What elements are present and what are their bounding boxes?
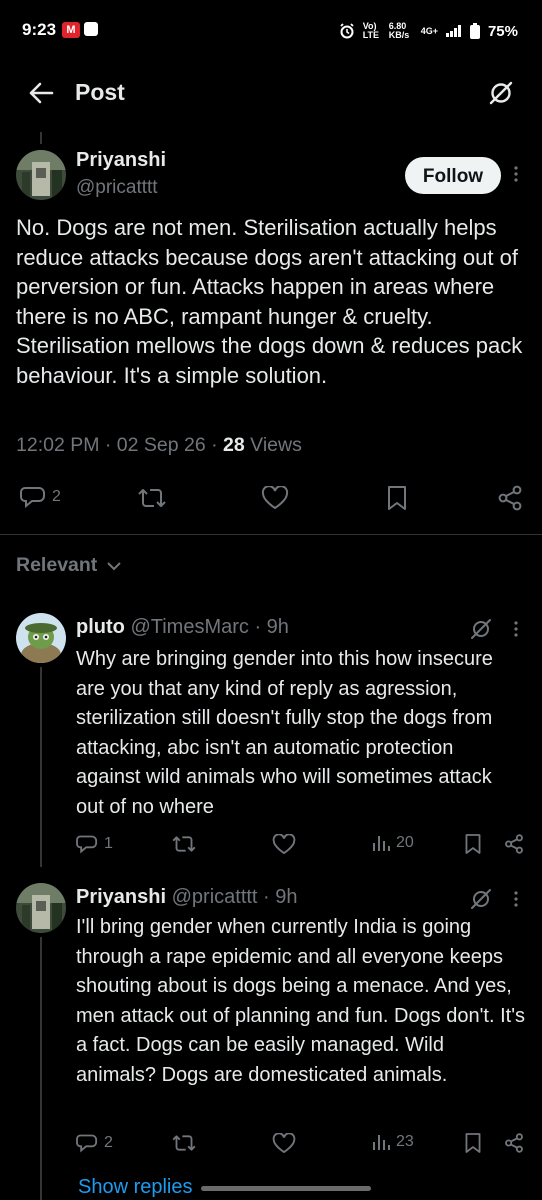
follow-button[interactable]: Follow — [405, 157, 501, 194]
share-icon — [505, 1133, 523, 1153]
back-arrow-icon — [29, 82, 54, 104]
reply-header: pluto @TimesMarc · 9h — [76, 616, 289, 639]
like-icon — [272, 834, 296, 855]
notification-icon — [84, 22, 98, 36]
notification-badge: M — [62, 22, 80, 38]
grok-button[interactable] — [488, 80, 514, 106]
net-speed: 6.80 KB/s — [388, 21, 410, 40]
avatar[interactable] — [16, 883, 66, 933]
avatar[interactable] — [16, 150, 66, 200]
home-indicator[interactable] — [201, 1186, 371, 1191]
views-button[interactable]: 20 — [372, 834, 414, 852]
bookmark-icon — [465, 1133, 481, 1153]
avatar[interactable] — [16, 613, 66, 663]
post-meta: 12:02 PM · 02 Sep 26 · 28 Views — [16, 434, 302, 457]
grok-icon[interactable] — [470, 618, 492, 640]
views-icon — [373, 1135, 390, 1150]
more-icon[interactable] — [513, 619, 519, 639]
share-icon — [505, 834, 523, 854]
author-name[interactable]: Priyanshi — [76, 149, 166, 172]
post-views-count: 28 — [223, 434, 245, 456]
repost-icon — [138, 489, 166, 507]
post-views-label: Views — [244, 434, 302, 456]
like-button[interactable] — [272, 1133, 296, 1154]
reply-count: 2 — [52, 488, 61, 505]
more-icon[interactable] — [513, 164, 519, 184]
views-count: 23 — [396, 1133, 414, 1150]
bookmark-icon — [388, 486, 406, 510]
page-title: Post — [75, 79, 125, 105]
post-text: No. Dogs are not men. Sterilisation actu… — [16, 215, 523, 388]
show-replies-link[interactable]: Show replies — [78, 1176, 193, 1199]
sort-selector[interactable]: Relevant — [16, 554, 122, 577]
reply-button[interactable]: 2 — [20, 485, 61, 509]
chevron-down-icon — [107, 561, 122, 570]
reply-header: Priyanshi @pricatttt · 9h — [76, 886, 298, 909]
repost-icon — [172, 1135, 196, 1151]
battery-icon — [469, 23, 480, 39]
reply-text: Why are bringing gender into this how in… — [76, 648, 493, 818]
reply-count: 1 — [104, 835, 113, 852]
reply-icon — [76, 835, 98, 854]
like-button[interactable] — [261, 486, 289, 510]
views-count: 20 — [396, 834, 414, 851]
thread-connector — [40, 937, 42, 1200]
reply-button[interactable]: 2 — [76, 1133, 113, 1153]
repost-button[interactable] — [172, 834, 196, 854]
reply-count: 2 — [104, 1134, 113, 1151]
bookmark-icon — [465, 834, 481, 854]
repost-button[interactable] — [138, 486, 166, 510]
share-button[interactable] — [497, 485, 523, 511]
alarm-icon — [340, 23, 354, 39]
sort-label: Relevant — [16, 554, 98, 576]
reply-button[interactable]: 1 — [76, 834, 113, 854]
reply-icon — [76, 1134, 98, 1153]
more-icon[interactable] — [513, 889, 519, 909]
bookmark-button[interactable] — [386, 485, 408, 511]
grok-icon — [489, 81, 513, 105]
share-button[interactable] — [504, 833, 524, 855]
bookmark-button[interactable] — [464, 833, 482, 855]
views-icon — [373, 836, 390, 851]
share-icon — [498, 485, 522, 511]
reply-author-name[interactable]: pluto — [76, 616, 125, 638]
thread-connector — [40, 667, 42, 867]
back-button[interactable] — [28, 80, 54, 106]
post-time-date: 12:02 PM · 02 Sep 26 · — [16, 434, 224, 456]
like-icon — [261, 486, 289, 510]
status-indicators: Vo) LTE 6.80 KB/s 4G+ 75% — [339, 22, 518, 40]
thread-connector — [40, 132, 42, 144]
reply-icon — [20, 487, 45, 509]
grok-icon[interactable] — [470, 888, 492, 910]
views-button[interactable]: 23 — [372, 1133, 414, 1151]
signal-icon — [445, 25, 461, 37]
author-handle[interactable]: @pricatttt — [76, 177, 158, 199]
like-button[interactable] — [272, 834, 296, 855]
reply-handle-time[interactable]: @TimesMarc · 9h — [130, 616, 288, 638]
reply-author-name[interactable]: Priyanshi — [76, 886, 166, 908]
net-type: 4G+ — [420, 26, 438, 36]
share-button[interactable] — [504, 1132, 524, 1154]
repost-button[interactable] — [172, 1133, 196, 1153]
battery-percent: 75% — [487, 22, 518, 40]
bookmark-button[interactable] — [464, 1132, 482, 1154]
net-label: Vo) LTE — [362, 21, 380, 40]
like-icon — [272, 1133, 296, 1154]
reply-handle-time[interactable]: @pricatttt · 9h — [172, 886, 298, 908]
status-time: 9:23 — [22, 20, 57, 39]
reply-text: I'll bring gender when currently India i… — [76, 916, 526, 1086]
repost-icon — [172, 836, 196, 852]
divider — [0, 534, 542, 535]
